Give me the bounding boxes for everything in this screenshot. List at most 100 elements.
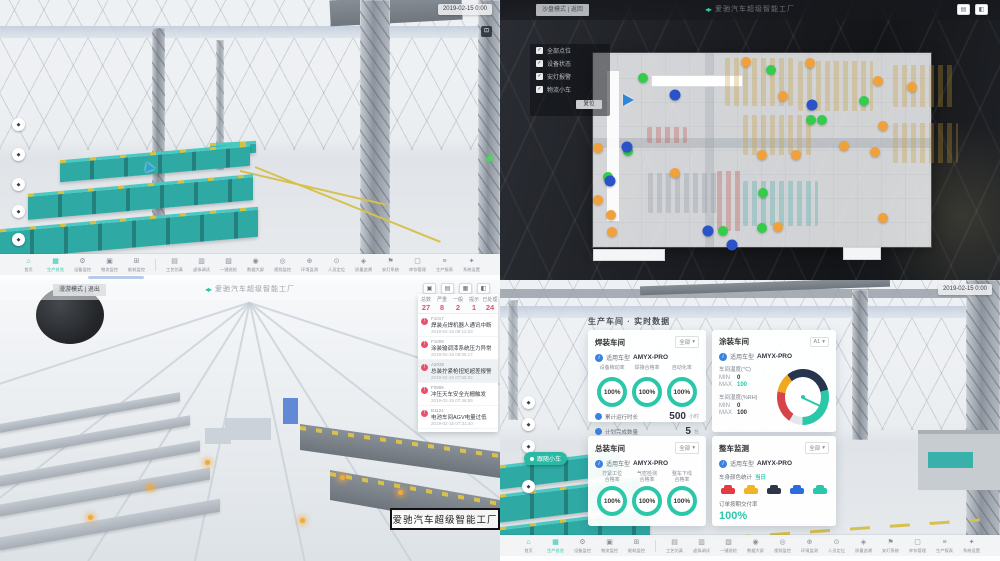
status-dot[interactable] (741, 57, 751, 67)
toolbar-item[interactable]: ≡ 生产报表 (431, 257, 458, 273)
status-dot[interactable] (859, 96, 869, 106)
toolbar-item[interactable]: ▦ 生产总览 (42, 257, 69, 273)
alarm-stat[interactable]: 已处理 24 (482, 294, 498, 313)
toolbar-item[interactable]: ⚙ 设备监控 (69, 257, 96, 273)
breadcrumb[interactable]: 沙盘模式 | 返回 (536, 4, 589, 16)
status-dot[interactable] (670, 90, 681, 101)
poi-badge[interactable]: ◆ (12, 148, 25, 161)
status-dot[interactable] (605, 176, 616, 187)
toolbar-item[interactable]: ▢ 库存管理 (904, 538, 931, 554)
layer-checkbox-row[interactable]: ✓ 全部点位 (530, 44, 610, 57)
status-dot[interactable] (878, 121, 888, 131)
toolbar-item[interactable]: ◉ 数据大屏 (242, 257, 269, 273)
alarm-list-item[interactable]: ! B1124 电池车间AGV电量过低 2019-02-15 07:31:40 (418, 406, 498, 429)
status-dot[interactable] (606, 210, 616, 220)
toolbar-item[interactable]: ▤ 工艺仿真 (661, 538, 688, 554)
status-dot[interactable] (718, 226, 728, 236)
status-dot[interactable] (817, 115, 827, 125)
alarm-list-item[interactable]: ! F1017 焊装点焊机器人通讯中断 2019-02-15 08:12:33 (418, 314, 498, 337)
checkbox-checked-icon[interactable]: ✓ (536, 60, 543, 67)
header-tool-button[interactable]: ▣ (423, 283, 436, 294)
status-dot[interactable] (773, 222, 783, 232)
alarm-list-item[interactable]: ! F1009 涂装输调漆系统压力异常 2019-02-15 08:05:17 (418, 337, 498, 360)
toolbar-item[interactable]: ◈ 质量追溯 (350, 257, 377, 273)
status-dot[interactable] (593, 195, 603, 205)
toolbar-item[interactable]: ⌂ 首页 (515, 538, 542, 554)
toolbar-item[interactable]: ⊙ 人员定位 (323, 257, 350, 273)
card-dropdown[interactable]: 全部▾ (675, 442, 699, 454)
toolbar-item[interactable]: ▣ 物流监控 (96, 257, 123, 273)
toolbar-item[interactable]: ≡ 生产报表 (931, 538, 958, 554)
status-dot[interactable] (873, 76, 883, 86)
toolbar-item[interactable]: ▦ 生产总览 (542, 538, 569, 554)
header-tool-button[interactable]: ◧ (477, 283, 490, 294)
status-dot[interactable] (758, 188, 768, 198)
alarm-stat[interactable]: 严重 8 (434, 294, 450, 313)
follow-agv-button[interactable]: 跟随小车 (524, 452, 567, 465)
alarm-stat[interactable]: 总数 27 (418, 294, 434, 313)
toolbar-item[interactable]: ⊙ 人员定位 (823, 538, 850, 554)
toolbar-item[interactable]: ◉ 数据大屏 (742, 538, 769, 554)
poi-badge[interactable]: ◆ (522, 418, 535, 431)
alarm-stat[interactable]: 一般 2 (450, 294, 466, 313)
toolbar-item[interactable]: ✦ 系统设置 (458, 257, 485, 273)
toolbar-item[interactable]: ◎ 视频监控 (769, 538, 796, 554)
layer-checkbox-row[interactable]: ✓ 物流小车 (530, 83, 610, 96)
toolbar-item[interactable]: ▥ 虚拟调试 (688, 538, 715, 554)
card-dropdown[interactable]: 全部▾ (805, 442, 829, 454)
status-dot[interactable] (727, 240, 738, 251)
poi-badge[interactable]: ◆ (12, 178, 25, 191)
toolbar-item[interactable]: ✦ 系统设置 (958, 538, 985, 554)
status-dot[interactable] (878, 213, 888, 223)
alarm-list-item[interactable]: ! A2035 总装拧紧枪扭矩超差报警 2019-02-15 07:58:02 (418, 360, 498, 383)
header-tool-button[interactable]: ◧ (975, 4, 988, 15)
alarm-stat[interactable]: 提示 1 (466, 294, 482, 313)
header-tool-button[interactable]: ▤ (441, 283, 454, 294)
horizontal-scrollbar[interactable] (88, 276, 144, 279)
toolbar-item[interactable]: ▧ 一键巡检 (215, 257, 242, 273)
map-scale-box[interactable] (843, 247, 881, 260)
fullscreen-button[interactable]: ⊡ (481, 26, 492, 37)
card-dropdown[interactable]: 全部▾ (675, 336, 699, 348)
checkbox-checked-icon[interactable]: ✓ (536, 86, 543, 93)
status-dot[interactable] (670, 168, 680, 178)
status-dot[interactable] (907, 82, 917, 92)
poi-badge[interactable]: ◆ (522, 480, 535, 493)
header-tool-button[interactable]: ▦ (459, 283, 472, 294)
alarm-list[interactable]: ! F1017 焊装点焊机器人通讯中断 2019-02-15 08:12:33 … (418, 314, 498, 430)
toolbar-item[interactable]: ▢ 库存管理 (404, 257, 431, 273)
card-dropdown[interactable]: A1▾ (810, 337, 830, 347)
toolbar-item[interactable]: ⚙ 设备监控 (569, 538, 596, 554)
status-dot[interactable] (757, 150, 767, 160)
status-dot[interactable] (593, 143, 603, 153)
status-dot[interactable] (870, 147, 880, 157)
toolbar-item[interactable]: ▥ 虚拟调试 (188, 257, 215, 273)
toolbar-item[interactable]: ⚑ 安灯系统 (377, 257, 404, 273)
status-dot[interactable] (778, 91, 788, 101)
breadcrumb[interactable]: 漫游模式 | 退出 (53, 284, 106, 296)
alarm-list-item[interactable]: ! F0988 冲压天车安全光栅触发 2019-02-15 07:46:55 (418, 383, 498, 406)
status-dot[interactable] (807, 100, 818, 111)
toolbar-item[interactable]: ⊞ 能耗监控 (123, 257, 150, 273)
checkbox-checked-icon[interactable]: ✓ (536, 73, 543, 80)
toolbar-item[interactable]: ⊕ 环境监测 (296, 257, 323, 273)
status-dot[interactable] (805, 58, 815, 68)
toolbar-item[interactable]: ◈ 质量追溯 (850, 538, 877, 554)
status-dot[interactable] (806, 115, 816, 125)
toolbar-item[interactable]: ▤ 工艺仿真 (161, 257, 188, 273)
status-dot[interactable] (757, 223, 767, 233)
alarm-list-item[interactable]: ! F0951 焊装涂胶机胶量不足预警 2019-02-15 07:18:26 (418, 429, 498, 430)
status-dot[interactable] (839, 141, 849, 151)
status-dot[interactable] (791, 150, 801, 160)
status-dot[interactable] (766, 65, 776, 75)
poi-badge[interactable]: ◆ (522, 396, 535, 409)
map-control-box[interactable] (593, 249, 665, 261)
status-dot[interactable] (638, 73, 648, 83)
poi-badge[interactable]: ◆ (12, 118, 25, 131)
layer-checkbox-row[interactable]: ✓ 设备状态 (530, 57, 610, 70)
status-dot[interactable] (622, 142, 633, 153)
status-dot[interactable] (703, 226, 714, 237)
toolbar-item[interactable]: ▧ 一键巡检 (715, 538, 742, 554)
toolbar-item[interactable]: ⊕ 环境监测 (796, 538, 823, 554)
toolbar-item[interactable]: ⚑ 安灯系统 (877, 538, 904, 554)
